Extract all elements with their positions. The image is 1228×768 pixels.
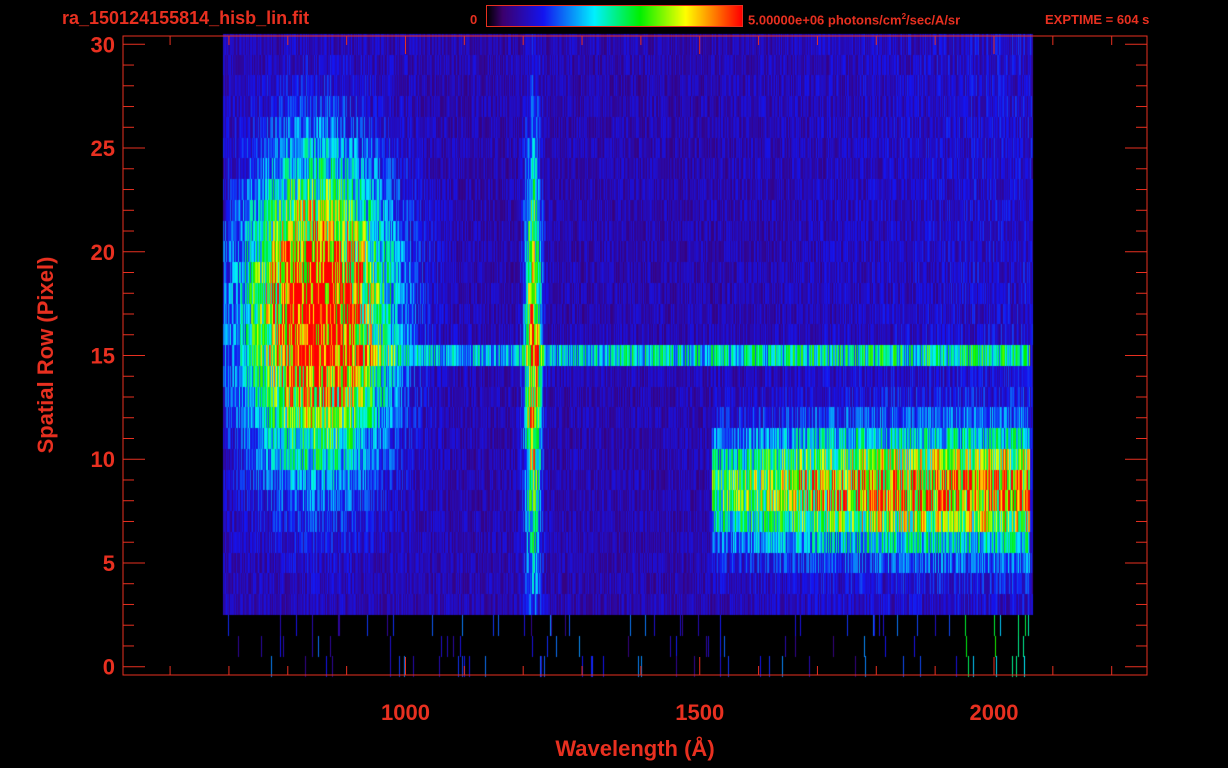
y-tick-label: 20	[91, 240, 115, 265]
plot-axes: 1000 1500 2000 0 5 10 15 20 25 30	[91, 32, 1148, 725]
x-tick-label: 1500	[675, 700, 724, 725]
x-tick-label: 1000	[381, 700, 430, 725]
y-tick-label: 15	[91, 344, 115, 369]
y-tick-label: 5	[103, 551, 115, 576]
y-tick-label: 0	[103, 655, 115, 680]
plot-frame	[122, 35, 1148, 676]
x-tick-label: 2000	[970, 700, 1019, 725]
y-tick-label: 25	[91, 136, 115, 161]
y-tick-label: 10	[91, 447, 115, 472]
y-tick-label: 30	[91, 32, 115, 57]
